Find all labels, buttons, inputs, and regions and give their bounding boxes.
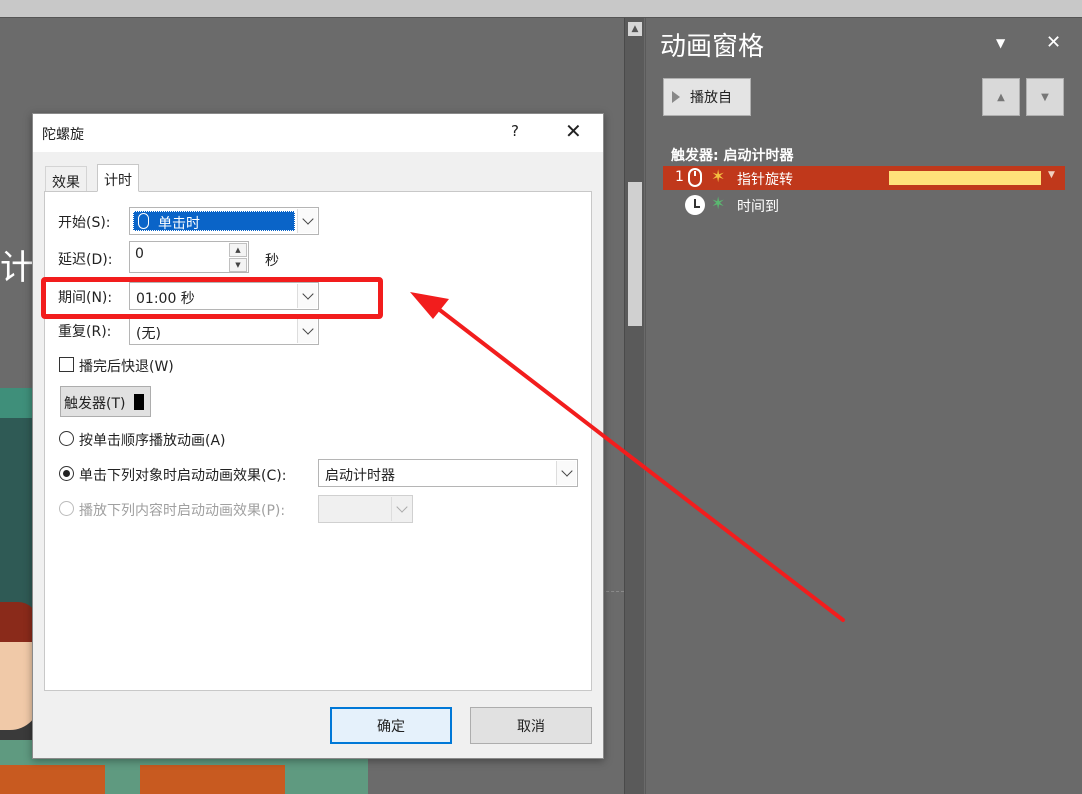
annotation-arrow (410, 292, 845, 622)
tab-timing[interactable]: 计时 (97, 164, 139, 192)
